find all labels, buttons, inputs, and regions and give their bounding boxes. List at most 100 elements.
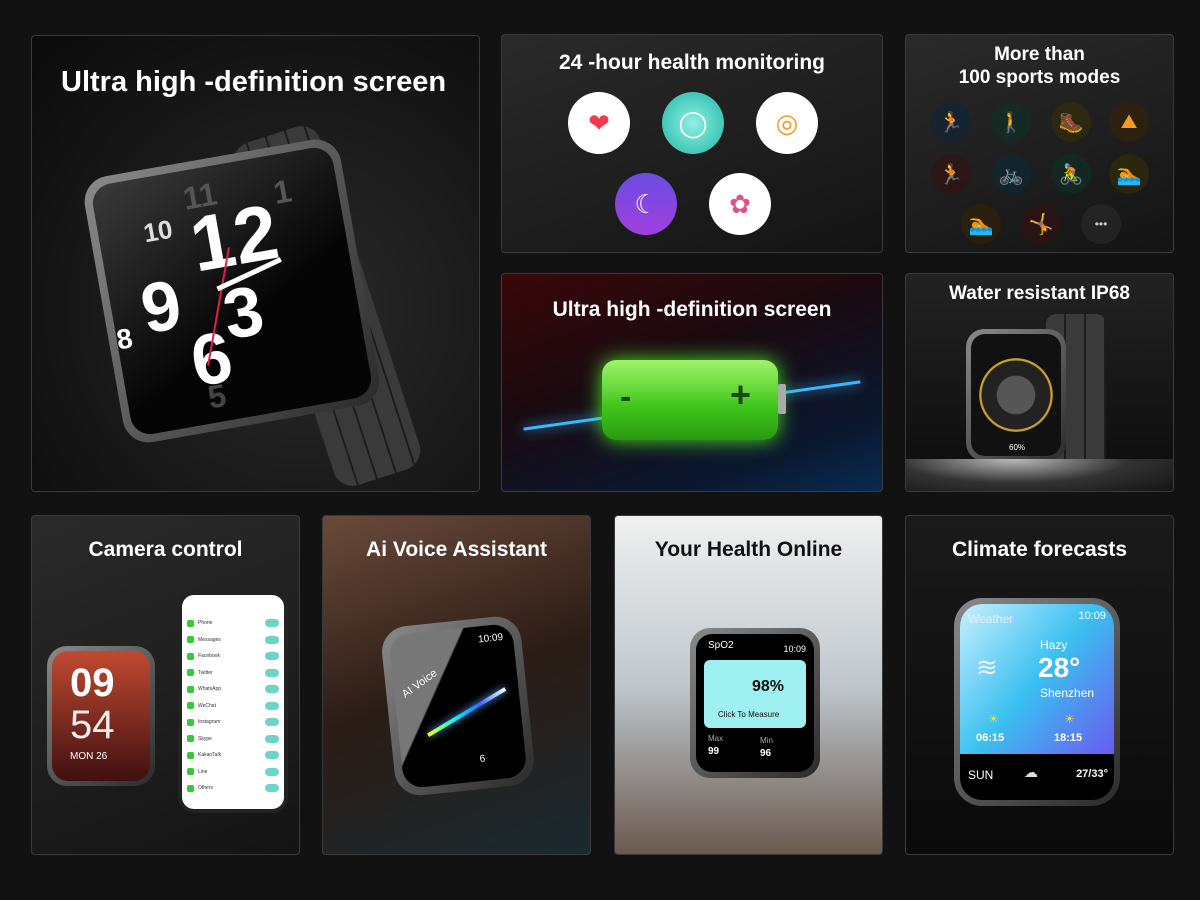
panel-title: Camera control [88, 538, 243, 561]
app-row: KakaoTalk [187, 747, 279, 764]
app-row: Messages [187, 632, 279, 649]
watch: AI Voice 10:09 6 [379, 614, 537, 798]
face-number: 10 [141, 213, 175, 249]
app-icon [187, 652, 194, 660]
phone-screen: Phone Messages Facebook Twitter WhatsApp WeCh… [182, 595, 284, 809]
pool-swim-icon: 🏊 [1109, 154, 1149, 194]
app-icon [187, 751, 194, 759]
watch-time: 10:09 [1078, 610, 1106, 622]
app-toggle[interactable] [265, 619, 279, 628]
panel-hd-screen: Ultra high -definition screen 12 10 11 1… [31, 35, 480, 492]
face-number: 11 [180, 175, 220, 217]
panel-sports-modes: More than 100 sports modes 🏃 🚶 🥾 ⛰ 🏃 🚲 🚴 🏊 🏊 🤸 ••• [905, 34, 1174, 253]
cloud-sun-icon: ☁ [1024, 764, 1038, 780]
app-toggle[interactable] [265, 685, 279, 694]
blood-oxygen-icon: ◯ [662, 92, 724, 154]
panel-ai-voice: Ai Voice Assistant AI Voice 10:09 6 [322, 515, 591, 855]
app-row: Facebook [187, 648, 279, 665]
plus-sign: + [730, 374, 752, 415]
weather-condition: Hazy [1040, 638, 1068, 652]
app-toggle[interactable] [265, 718, 279, 727]
more-icon: ••• [1081, 204, 1121, 244]
indoor-cycling-icon: 🚴 [1051, 154, 1091, 194]
sunrise-time: 06:15 [976, 732, 1005, 744]
panel-title: Ultra high -definition screen [552, 298, 832, 321]
min-label: Min [760, 736, 773, 745]
watch-screen: 60% [971, 334, 1061, 456]
min-value: 96 [760, 748, 772, 759]
sunrise-icon: ☀ [988, 712, 999, 726]
watch-screen: SpO2 10:09 98% Click To Measure Max 99 M… [696, 634, 814, 772]
click-to-measure[interactable]: Click To Measure [718, 710, 779, 719]
app-toggle[interactable] [265, 701, 279, 710]
app-row: Skype [187, 731, 279, 748]
water-splash [906, 459, 1173, 491]
battery-icon: - + [602, 360, 778, 440]
app-name: Line [198, 768, 208, 775]
app-row: Instagram [187, 714, 279, 731]
panel-title: Ai Voice Assistant [366, 538, 547, 561]
panel-title-line2: 100 sports modes [958, 67, 1121, 88]
panel-title: Water resistant IP68 [949, 283, 1130, 304]
phone: Phone Messages Facebook Twitter WhatsApp WeCh… [178, 591, 288, 813]
cycling-icon: 🚲 [991, 154, 1031, 194]
weather-card: Weather 10:09 ≋ Hazy 28° Shenzhen ☀ 06:1… [960, 604, 1114, 754]
measure-card[interactable]: 98% Click To Measure [704, 660, 806, 728]
app-toggle[interactable] [265, 751, 279, 760]
watch: Weather 10:09 ≋ Hazy 28° Shenzhen ☀ 06:1… [954, 598, 1120, 806]
app-row: Others [187, 780, 279, 797]
outdoor-run-icon: 🏃 [931, 102, 971, 142]
max-value: 99 [708, 746, 720, 757]
watch-time: 10:09 [477, 631, 504, 646]
app-name: KakaoTalk [198, 752, 222, 759]
face-number: 1 [270, 172, 295, 212]
open-water-swim-icon: 🏊 [961, 204, 1001, 244]
panel-title-line1: More than [994, 44, 1085, 65]
spo2-value: 98% [752, 678, 785, 695]
app-icon [187, 702, 194, 710]
face-number: 9 [135, 264, 188, 349]
app-toggle[interactable] [265, 635, 279, 644]
weather-label: Weather [968, 612, 1014, 626]
voice-wave [427, 687, 507, 738]
wind-icon: ≋ [976, 652, 998, 682]
app-name: Skype [198, 735, 212, 742]
app-icon [187, 685, 194, 693]
sleep-moon-icon: ☾ [615, 173, 677, 235]
watch: 60% [966, 329, 1066, 461]
mountain-walk-icon: ⛰ [1109, 102, 1149, 142]
app-name: WeChat [198, 702, 216, 709]
app-icon [187, 636, 194, 644]
sunset-icon: ☀ [1064, 712, 1075, 726]
app-toggle[interactable] [265, 784, 279, 793]
temp-range: 27/33° [1076, 768, 1108, 780]
app-toggle[interactable] [265, 734, 279, 743]
panel-camera-control: Camera control Phone Messages Facebook Twit… [31, 515, 300, 855]
ai-voice-label: AI Voice [399, 667, 440, 701]
app-toggle[interactable] [265, 652, 279, 661]
watch: SpO2 10:09 98% Click To Measure Max 99 M… [690, 628, 820, 778]
app-name: Instagram [198, 719, 221, 726]
watch-screen: AI Voice 10:09 6 [388, 622, 528, 790]
watch: 12 10 11 1 9 3 8 6 5 [80, 135, 384, 447]
app-toggle[interactable] [265, 668, 279, 677]
panel-water-resistant: Water resistant IP68 60% [905, 273, 1174, 492]
panel-health-monitoring: 24 -hour health monitoring ❤ ◯ ◎ ☾ ✿ [501, 34, 883, 253]
watch-screen: 09 54 MON 26 [52, 651, 150, 781]
app-icon [187, 768, 194, 776]
hiking-icon: 🥾 [1051, 102, 1091, 142]
app-toggle[interactable] [265, 767, 279, 776]
app-name: Messages [198, 636, 221, 643]
panel-title: 24 -hour health monitoring [559, 51, 825, 74]
walk-icon: 🚶 [991, 102, 1031, 142]
app-name: Twitter [198, 669, 213, 676]
panel-health-online: Your Health Online SpO2 10:09 98% Click … [614, 515, 883, 855]
panel-climate: Climate forecasts Weather 10:09 ≋ Hazy 2… [905, 515, 1174, 855]
app-name: WhatsApp [198, 686, 222, 693]
treadmill-icon: 🏃 [931, 154, 971, 194]
panel-title: Ultra high -definition screen [61, 66, 447, 98]
watch-minute: 54 [70, 703, 115, 747]
watch-screen: 12 10 11 1 9 3 8 6 5 [89, 144, 375, 438]
app-icon [187, 784, 194, 792]
activity-rings-icon: ◎ [756, 92, 818, 154]
